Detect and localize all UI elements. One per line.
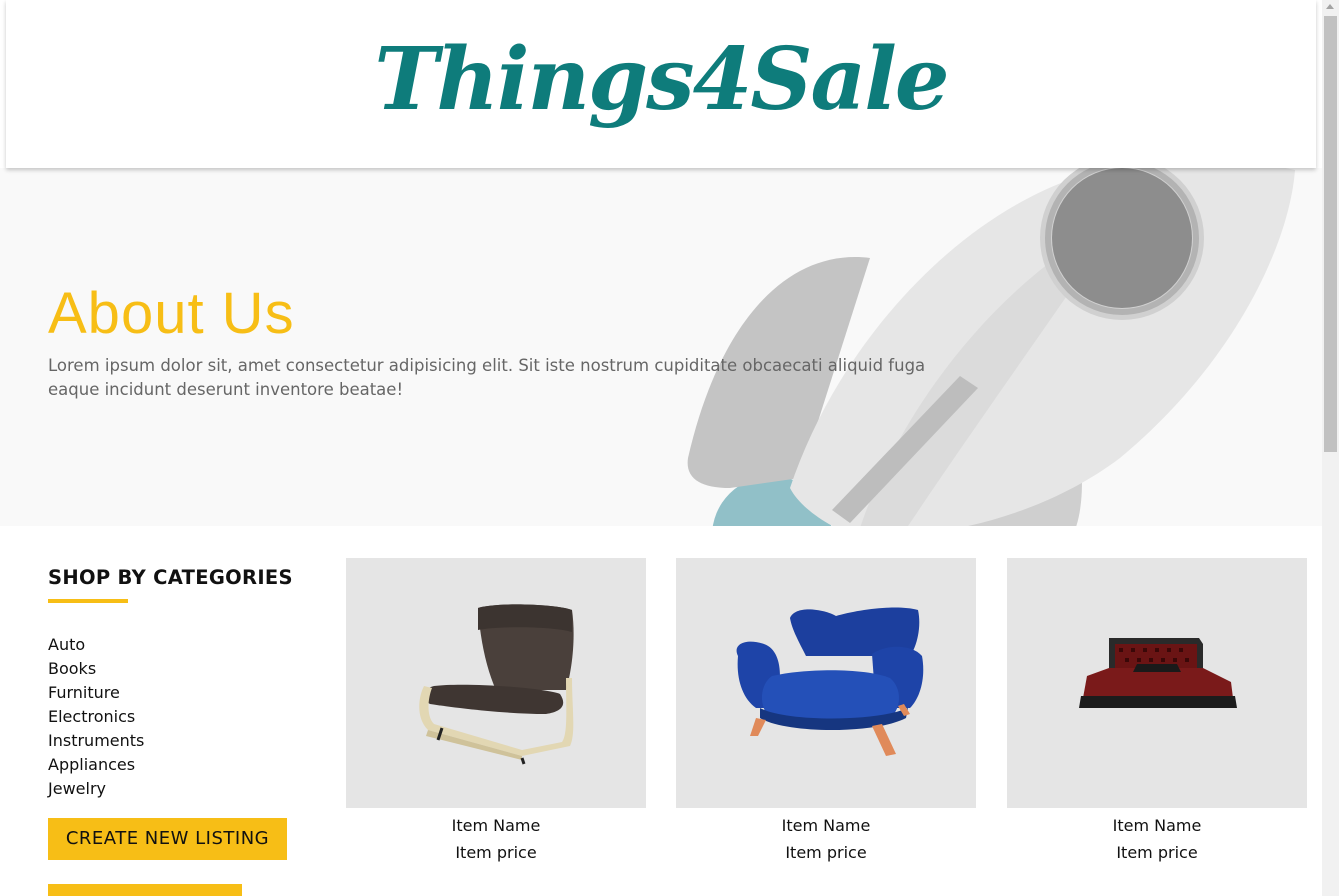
hero-section: About Us Lorem ipsum dolor sit, amet con… [0,168,1322,526]
hero-title: About Us [48,281,295,346]
category-auto[interactable]: Auto [48,633,308,657]
bed-image[interactable] [1007,558,1307,808]
category-electronics[interactable]: Electronics [48,705,308,729]
secondary-button[interactable] [48,884,242,896]
scrollbar-thumb[interactable] [1324,16,1337,452]
categories-heading: SHOP BY CATEGORIES [48,566,293,589]
category-books[interactable]: Books [48,657,308,681]
category-instruments[interactable]: Instruments [48,729,308,753]
product-card[interactable]: Item Name Item price [346,558,646,862]
scroll-up-arrow-icon[interactable] [1326,4,1334,9]
category-jewelry[interactable]: Jewelry [48,777,308,801]
category-appliances[interactable]: Appliances [48,753,308,777]
rocket-illustration [687,168,1295,526]
product-price: Item price [1116,843,1198,862]
product-name[interactable]: Item Name [1007,817,1307,835]
categories-sidebar: SHOP BY CATEGORIES Auto Books Furniture … [48,566,308,801]
category-list: Auto Books Furniture Electronics Instrum… [48,633,308,801]
armchair-image[interactable] [346,558,646,808]
product-name[interactable]: Item Name [676,817,976,835]
hero-description: Lorem ipsum dolor sit, amet consectetur … [48,356,926,399]
product-card[interactable]: Item Name Item price [676,558,976,862]
product-price: Item price [785,843,867,862]
heading-underline [48,599,128,603]
product-name[interactable]: Item Name [346,817,646,835]
create-listing-button[interactable]: CREATE NEW LISTING [48,818,287,860]
category-furniture[interactable]: Furniture [48,681,308,705]
product-card[interactable]: Item Name Item price [1007,558,1307,862]
site-logo[interactable]: Things4Sale [374,29,949,130]
blue-sofa-chair-image[interactable] [676,558,976,808]
page: Things4Sale About Us Lorem ipsum dolor s… [0,0,1322,896]
vertical-scrollbar[interactable] [1322,0,1339,896]
site-header: Things4Sale [6,0,1316,168]
product-price: Item price [455,843,537,862]
